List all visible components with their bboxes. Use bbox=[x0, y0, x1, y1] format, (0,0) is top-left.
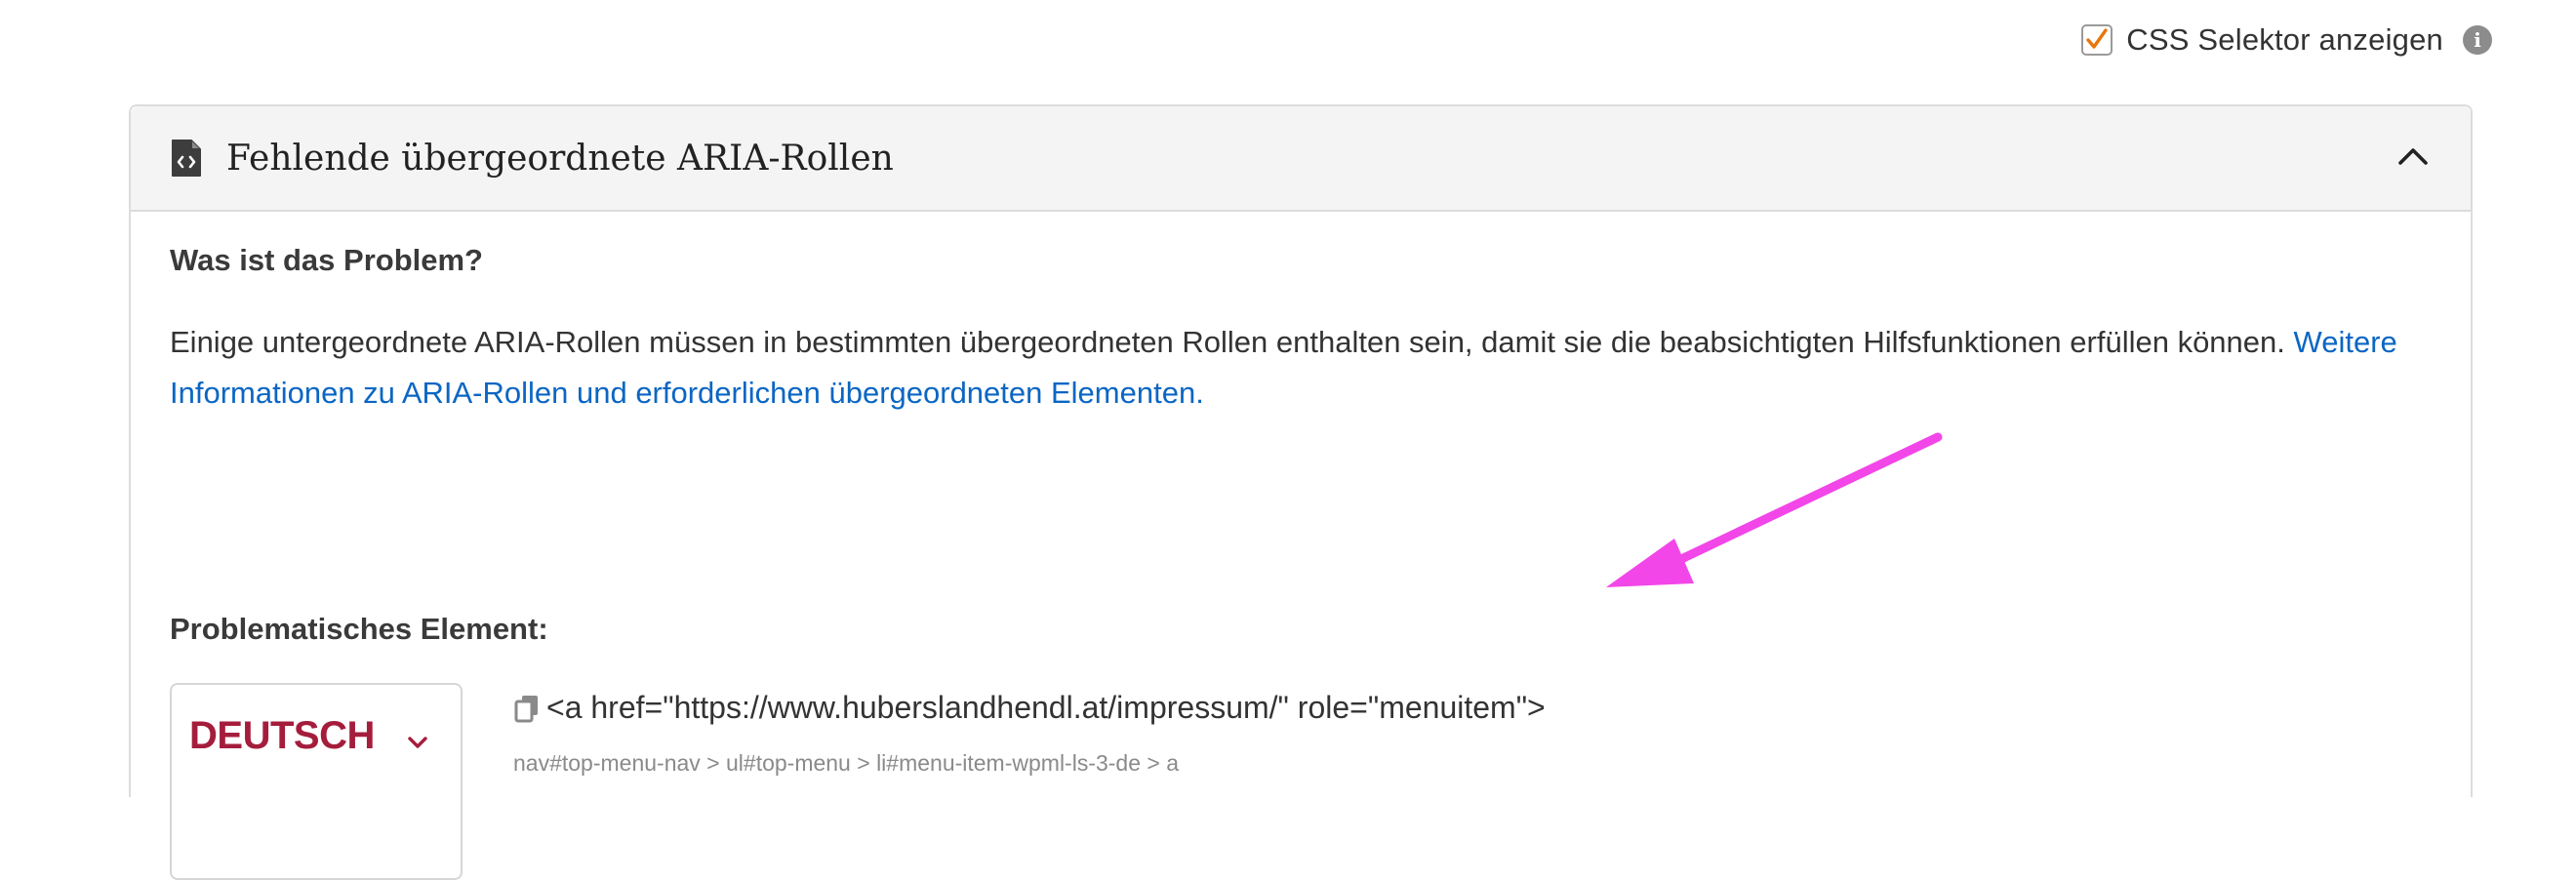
element-css-selector: nav#top-menu-nav > ul#top-menu > li#menu… bbox=[513, 750, 1180, 776]
chevron-up-icon[interactable] bbox=[2396, 143, 2430, 167]
info-icon[interactable]: i bbox=[2463, 25, 2492, 55]
file-code-icon bbox=[172, 140, 201, 177]
description-text: Einige untergeordnete ARIA-Rollen müssen… bbox=[170, 325, 2285, 359]
css-selector-checkbox[interactable] bbox=[2081, 24, 2113, 56]
element-heading: Problematisches Element: bbox=[170, 612, 548, 646]
problem-description: Einige untergeordnete ARIA-Rollen müssen… bbox=[170, 317, 2414, 419]
css-selector-label: CSS Selektor anzeigen bbox=[2126, 22, 2443, 57]
element-code-row: <a href="https://www.huberslandhendl.at/… bbox=[513, 690, 1546, 726]
copy-icon[interactable] bbox=[513, 693, 541, 724]
css-selector-toggle[interactable]: CSS Selektor anzeigen i bbox=[2081, 20, 2492, 60]
chevron-down-icon bbox=[408, 737, 427, 748]
problem-heading: Was ist das Problem? bbox=[170, 243, 483, 277]
issue-header[interactable]: Fehlende übergeordnete ARIA-Rollen bbox=[131, 106, 2471, 212]
thumbnail-text: DEUTSCH bbox=[189, 714, 375, 757]
issue-title: Fehlende übergeordnete ARIA-Rollen bbox=[226, 138, 894, 179]
element-code: <a href="https://www.huberslandhendl.at/… bbox=[546, 690, 1546, 725]
issue-card: Fehlende übergeordnete ARIA-Rollen Was i… bbox=[129, 104, 2473, 880]
checkmark-icon bbox=[2086, 28, 2108, 49]
